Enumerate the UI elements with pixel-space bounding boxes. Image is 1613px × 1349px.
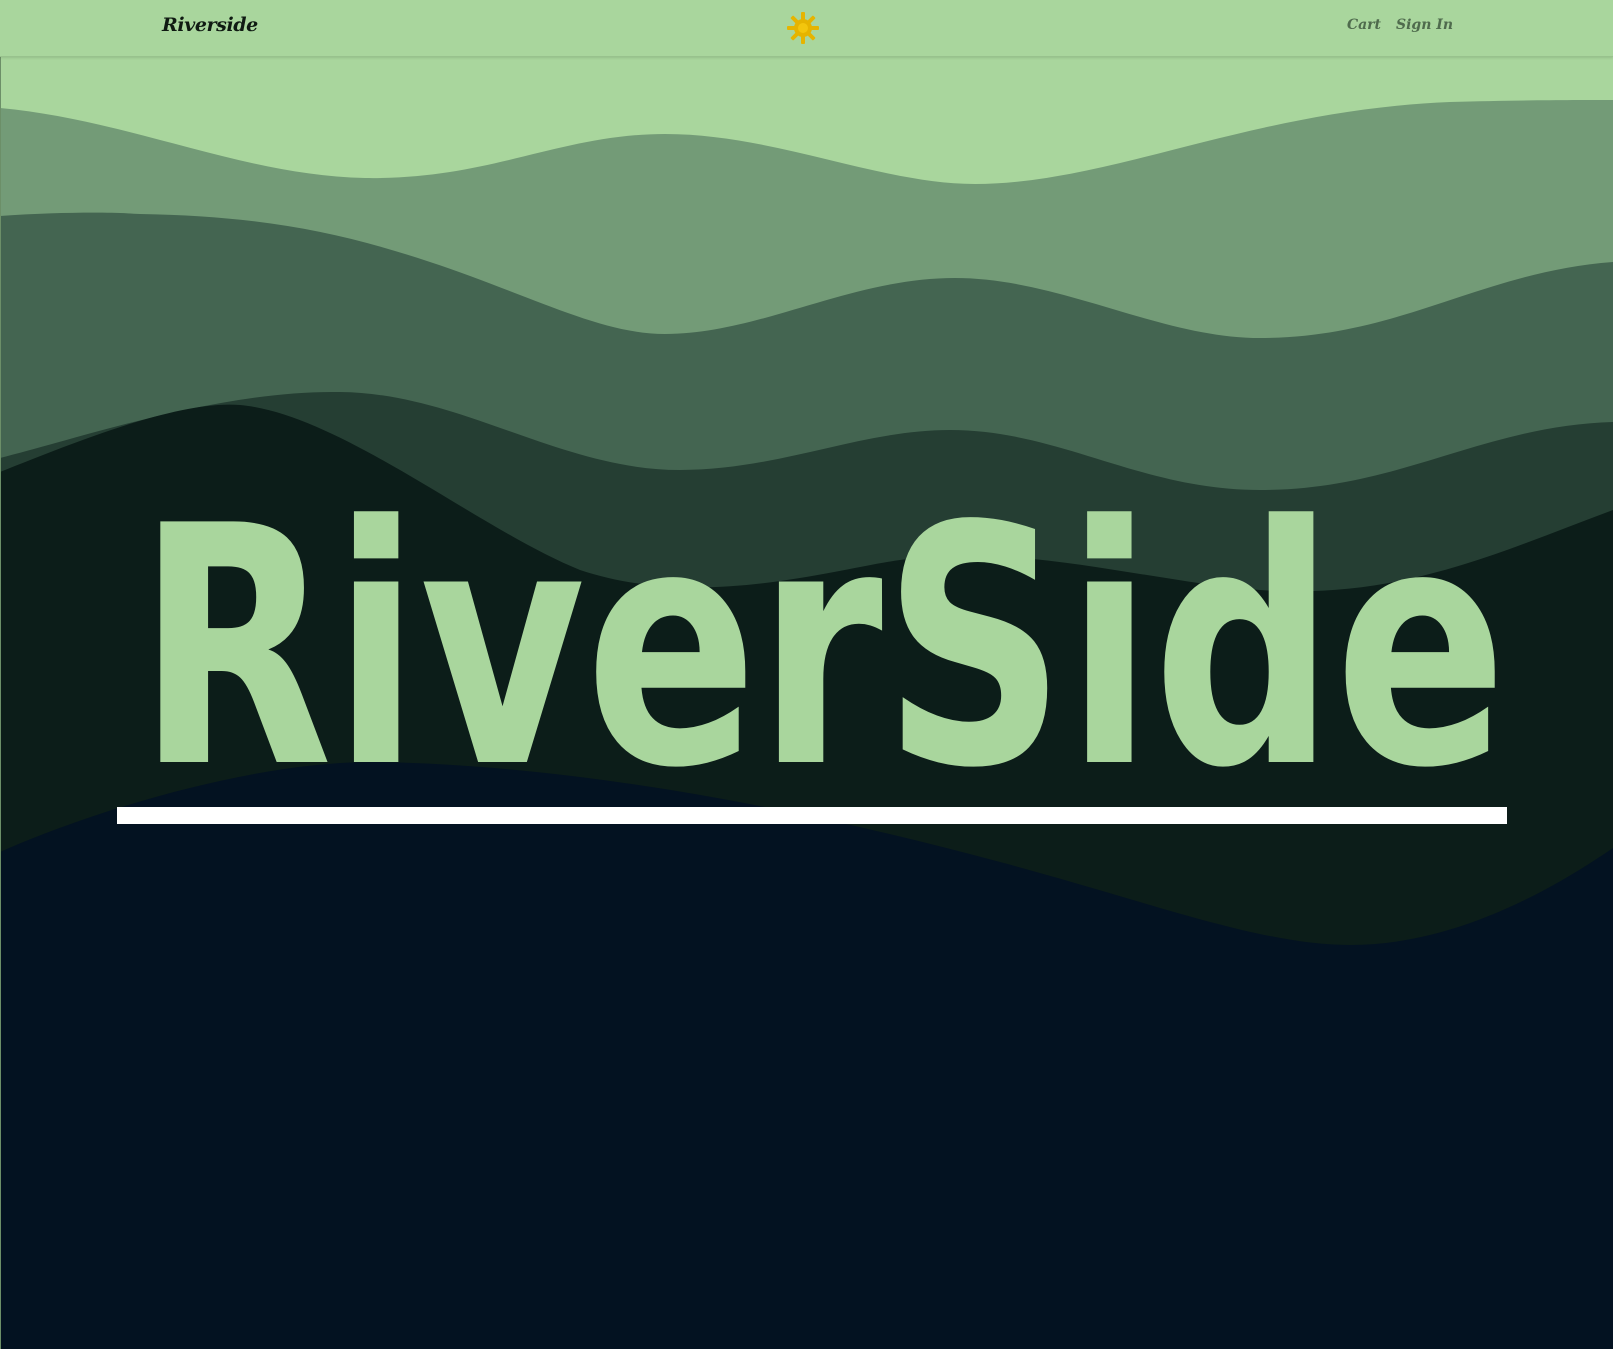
sign-in-link[interactable]: Sign In xyxy=(1396,17,1453,33)
cart-link[interactable]: Cart xyxy=(1347,17,1381,33)
nav-links: Cart Sign In xyxy=(1347,17,1453,33)
brand-link[interactable]: Riverside xyxy=(162,14,258,36)
hero-title-text: RiverSide xyxy=(137,462,1507,782)
sun-icon xyxy=(787,12,819,44)
hero-title: RiverSide xyxy=(137,462,1507,782)
page: Riverside Cart Sign In RiverSide xyxy=(0,0,1613,1349)
top-navbar: Riverside Cart Sign In xyxy=(0,0,1613,57)
hero-underline-divider xyxy=(117,807,1507,824)
theme-toggle-button[interactable] xyxy=(786,11,820,45)
page-left-edge xyxy=(0,0,1,1349)
